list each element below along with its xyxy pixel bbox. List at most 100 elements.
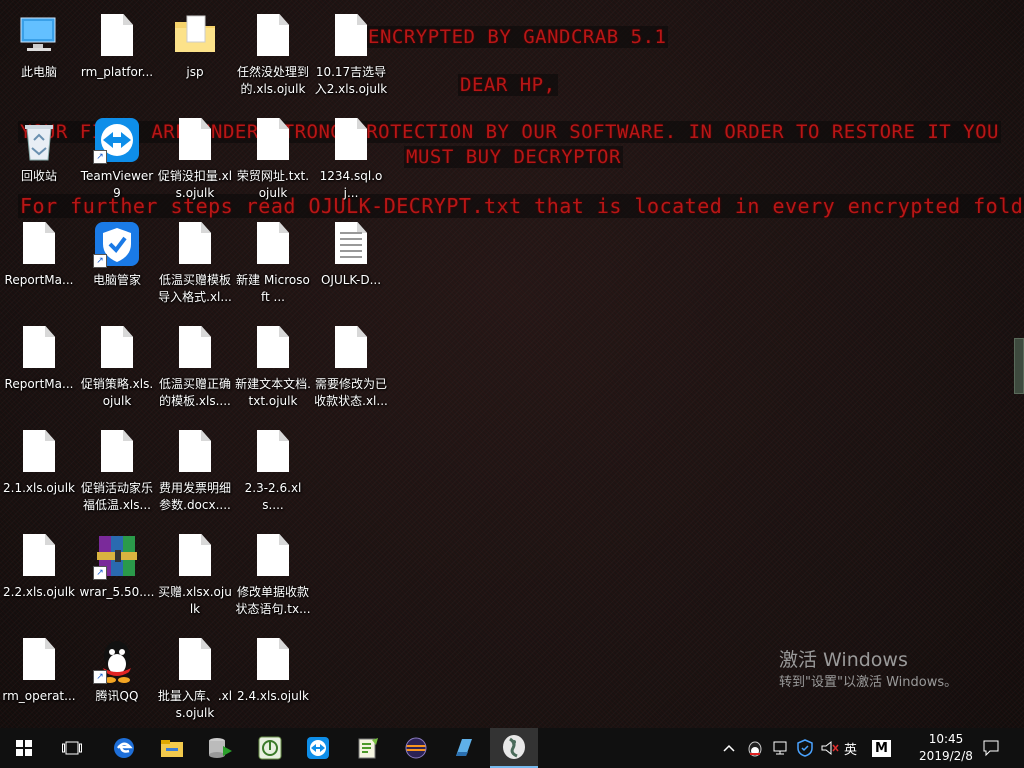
desktop-icon[interactable]: rm_operat... xyxy=(1,630,77,730)
desktop-icon[interactable]: ↗ wrar_5.50.... xyxy=(79,526,155,626)
file-icon xyxy=(249,532,297,580)
desktop-icon[interactable]: 促销没扣量.xls.ojulk xyxy=(157,110,233,210)
desktop-icon[interactable]: 需要修改为已收款状态.xl... xyxy=(313,318,389,418)
desktop-icon-label: 新建文本文档.txt.ojulk xyxy=(235,377,311,408)
task-view-button[interactable] xyxy=(48,728,96,768)
desktop-icon-label: 促销策略.xls.ojulk xyxy=(80,377,154,408)
desktop-icon-label: 1234.sql.oj... xyxy=(319,169,383,200)
network-icon xyxy=(773,741,787,755)
desktop-icon[interactable]: 促销活动家乐福低温.xls... xyxy=(79,422,155,522)
desktop-icon[interactable]: 10.17吉选导入2.xls.ojulk xyxy=(313,6,389,106)
desktop-icon-label: 批量入库、.xls.ojulk xyxy=(157,689,233,720)
file-icon xyxy=(249,12,297,60)
desktop-icon[interactable]: ↗ 腾讯QQ xyxy=(79,630,155,730)
desktop-icon[interactable]: 回收站 xyxy=(1,110,77,210)
shortcut-arrow-icon: ↗ xyxy=(93,670,107,684)
tray-show-hidden[interactable] xyxy=(722,728,736,768)
qq-tray-icon xyxy=(748,741,762,757)
taskbar-app-eclipse[interactable] xyxy=(392,728,440,768)
desktop-icon-label: 回收站 xyxy=(20,169,57,183)
desktop-icon[interactable]: 此电脑 xyxy=(1,6,77,106)
file-icon xyxy=(15,636,63,684)
desktop-icon[interactable]: OJULK-D... xyxy=(313,214,389,314)
desktop-icon-label: 促销没扣量.xls.ojulk xyxy=(157,169,233,200)
scroll-handle[interactable] xyxy=(1014,338,1024,394)
desktop-icon[interactable]: 促销策略.xls.ojulk xyxy=(79,318,155,418)
desktop-icon[interactable]: 任然没处理到的.xls.ojulk xyxy=(235,6,311,106)
green-app-icon xyxy=(258,736,282,760)
desktop-icon[interactable]: rm_platfor... xyxy=(79,6,155,106)
taskbar-app-notepadpp[interactable] xyxy=(344,728,392,768)
tray-network[interactable] xyxy=(772,728,790,768)
tray-ime-language[interactable]: 英 xyxy=(844,728,857,768)
ransom-title: ENCRYPTED BY GANDCRAB 5.1 xyxy=(366,26,669,48)
desktop-icon[interactable]: ReportMa... xyxy=(1,318,77,418)
desktop-icon-label: TeamViewer 9 xyxy=(80,169,154,200)
desktop-icon-label: 低温买赠正确的模板.xls.... xyxy=(158,377,231,408)
eclipse-icon xyxy=(405,737,427,759)
file-icon xyxy=(93,324,141,372)
desktop-icon-label: 2.2.xls.ojulk xyxy=(3,585,75,599)
taskbar-app-blue[interactable] xyxy=(440,728,488,768)
desktop-icon[interactable]: jsp xyxy=(157,6,233,106)
desktop-icon[interactable]: 1234.sql.oj... xyxy=(313,110,389,210)
desktop-icon[interactable]: 2.4.xls.ojulk xyxy=(235,630,311,730)
desktop-icon[interactable]: 2.2.xls.ojulk xyxy=(1,526,77,626)
tray-ime-mode[interactable]: M xyxy=(872,728,891,768)
qq-icon: ↗ xyxy=(93,636,141,684)
file-icon xyxy=(249,428,297,476)
tray-qq[interactable] xyxy=(746,728,764,768)
desktop-icon-label: 需要修改为已收款状态.xl... xyxy=(314,377,388,408)
desktop-icon[interactable]: ReportMa... xyxy=(1,214,77,314)
desktop-icon-label: 新建 Microsoft ... xyxy=(236,273,310,304)
taskbar-clock[interactable]: 10:45 2019/2/8 xyxy=(914,731,978,765)
file-icon xyxy=(249,636,297,684)
desktop-icon[interactable]: 新建文本文档.txt.ojulk xyxy=(235,318,311,418)
desktop-icon[interactable]: ↗ TeamViewer 9 xyxy=(79,110,155,210)
tray-volume[interactable] xyxy=(820,728,840,768)
ime-language-label: 英 xyxy=(844,742,858,758)
file-icon xyxy=(327,12,375,60)
taskbar-app-teamviewer[interactable] xyxy=(294,728,342,768)
taskbar-app-database[interactable] xyxy=(196,728,244,768)
desktop-icon[interactable]: 批量入库、.xls.ojulk xyxy=(157,630,233,730)
file-icon xyxy=(327,324,375,372)
desktop-icon[interactable]: ↗ 电脑管家 xyxy=(79,214,155,314)
taskbar-app-green[interactable] xyxy=(246,728,294,768)
file-icon xyxy=(15,428,63,476)
recycle-bin-icon xyxy=(15,116,63,164)
desktop-icon-label: ReportMa... xyxy=(4,377,74,391)
desktop-icon[interactable]: 荣贸网址.txt.ojulk xyxy=(235,110,311,210)
windows-logo-icon xyxy=(16,740,32,756)
desktop-icon[interactable]: 费用发票明细参数.docx.... xyxy=(157,422,233,522)
taskbar-app-explorer[interactable] xyxy=(148,728,196,768)
desktop-icon[interactable]: 修改单据收款状态语句.tx... xyxy=(235,526,311,626)
desktop-icon[interactable]: 买赠.xlsx.ojulk xyxy=(157,526,233,626)
taskbar-app-active-viewer[interactable] xyxy=(490,728,538,768)
desktop-icon-label: 荣贸网址.txt.ojulk xyxy=(236,169,310,200)
file-icon xyxy=(171,532,219,580)
desktop-icon-label: 修改单据收款状态语句.tx... xyxy=(235,585,311,616)
desktop-icon-label: rm_operat... xyxy=(2,689,76,703)
action-center-button[interactable] xyxy=(982,728,1000,768)
task-view-icon xyxy=(62,741,82,755)
file-icon xyxy=(171,116,219,164)
file-icon xyxy=(327,116,375,164)
activation-title: 激活 Windows xyxy=(779,649,908,671)
desktop-icon-label: 任然没处理到的.xls.ojulk xyxy=(236,65,309,96)
file-explorer-icon xyxy=(161,740,183,757)
tray-security[interactable] xyxy=(796,728,814,768)
desktop-icon-label: 促销活动家乐福低温.xls... xyxy=(80,481,153,512)
desktop-icon[interactable]: 低温买赠模板导入格式.xl... xyxy=(157,214,233,314)
desktop-icon[interactable]: 2.1.xls.ojulk xyxy=(1,422,77,522)
desktop-icon-label: 费用发票明细参数.docx.... xyxy=(158,481,231,512)
desktop-icon[interactable]: 2.3-2.6.xls.... xyxy=(235,422,311,522)
desktop-icon[interactable]: 新建 Microsoft ... xyxy=(235,214,311,314)
desktop-icon[interactable]: 低温买赠正确的模板.xls.... xyxy=(157,318,233,418)
start-button[interactable] xyxy=(0,728,48,768)
desktop-icon-label: 腾讯QQ xyxy=(95,689,139,703)
desktop-icon-label: 10.17吉选导入2.xls.ojulk xyxy=(314,65,388,96)
folder-icon xyxy=(171,12,219,60)
taskbar-app-edge[interactable] xyxy=(100,728,148,768)
shortcut-arrow-icon: ↗ xyxy=(93,566,107,580)
